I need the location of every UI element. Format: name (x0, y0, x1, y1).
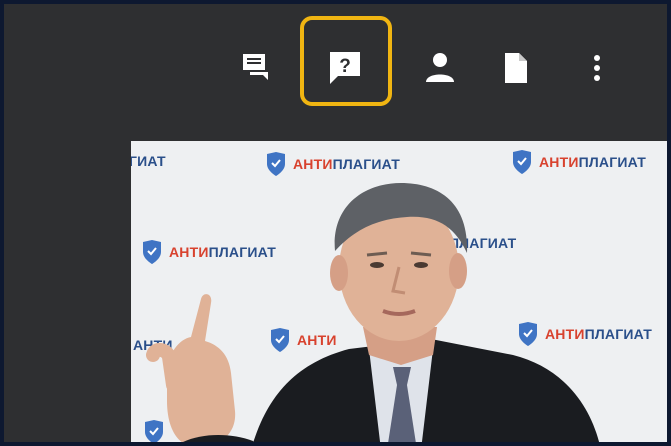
document-icon (505, 53, 527, 83)
chat-button[interactable] (238, 46, 278, 90)
person-icon (426, 53, 454, 82)
speaker-figure (146, 183, 600, 442)
files-button[interactable] (496, 46, 536, 90)
chat-icon (243, 54, 268, 80)
video-conference-window: ? ГИАТ АНТИПЛАГИАТ АНТИПЛАГИАТ АНТИПЛАГИ… (0, 0, 671, 446)
more-vertical-icon (594, 55, 600, 81)
participants-button[interactable] (420, 46, 460, 90)
video-feed: ГИАТ АНТИПЛАГИАТ АНТИПЛАГИАТ АНТИПЛАГИАТ… (131, 141, 667, 442)
toolbar: ? (4, 4, 667, 114)
highlight-box (300, 16, 392, 106)
more-button[interactable] (577, 46, 617, 90)
